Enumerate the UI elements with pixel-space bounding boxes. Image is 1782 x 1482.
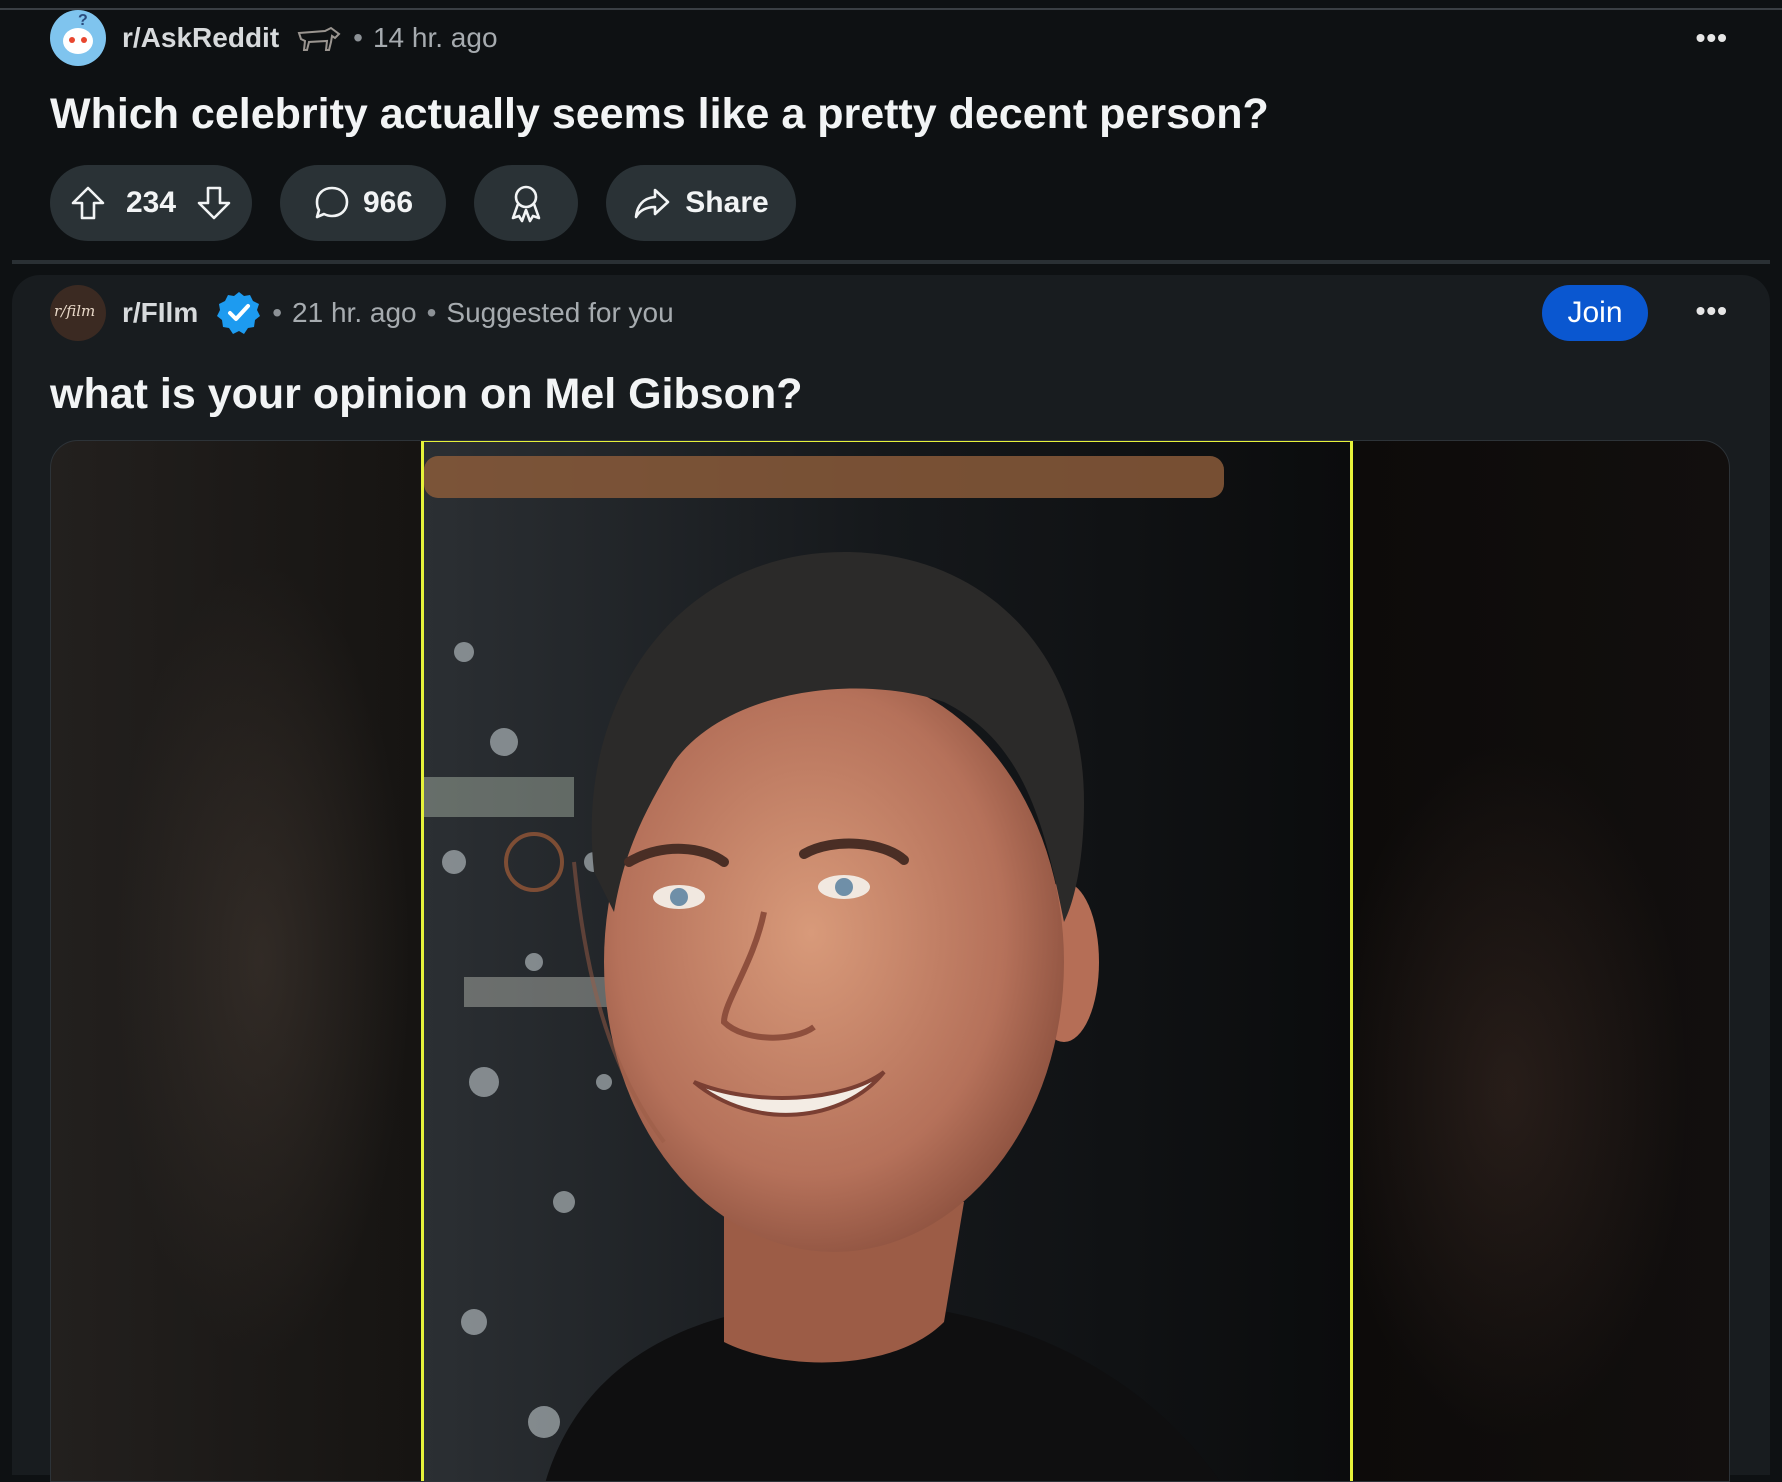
post-title[interactable]: Which celebrity actually seems like a pr… xyxy=(50,90,1269,139)
post-media[interactable] xyxy=(50,440,1730,1482)
post-time: 14 hr. ago xyxy=(372,22,498,53)
join-button[interactable]: Join xyxy=(1542,285,1648,341)
post-meta: ? r/AskReddit • 14 hr. ago xyxy=(50,10,498,66)
comment-icon xyxy=(313,184,351,222)
subreddit-name[interactable]: r/AskReddit xyxy=(122,22,279,54)
post-actions: 234 966 Share xyxy=(50,165,796,241)
post-meta: r/film r/FIlm • 21 hr. ago • Suggested f… xyxy=(50,285,674,341)
horse-flair-icon xyxy=(295,24,343,52)
comment-count: 966 xyxy=(362,186,414,219)
share-button[interactable]: Share xyxy=(606,165,796,241)
post-image[interactable] xyxy=(421,441,1353,1481)
blurred-background xyxy=(111,561,411,1361)
meta-separator: • xyxy=(426,297,437,328)
share-icon xyxy=(633,186,671,220)
award-icon xyxy=(507,183,545,223)
subreddit-name[interactable]: r/FIlm xyxy=(122,297,198,329)
more-options-button[interactable]: ••• xyxy=(1696,22,1728,54)
subreddit-avatar[interactable]: ? xyxy=(50,10,106,66)
suggested-label: Suggested for you xyxy=(446,297,674,328)
blurred-background xyxy=(1329,741,1689,1441)
post-film[interactable]: r/film r/FIlm • 21 hr. ago • Suggested f… xyxy=(12,275,1770,1482)
post-time: 21 hr. ago xyxy=(292,297,417,328)
share-label: Share xyxy=(685,186,769,219)
post-title[interactable]: what is your opinion on Mel Gibson? xyxy=(50,370,802,419)
upvote-icon[interactable] xyxy=(70,185,106,221)
more-options-button[interactable]: ••• xyxy=(1696,295,1728,327)
vote-count: 234 xyxy=(125,186,177,219)
award-button[interactable] xyxy=(474,165,578,241)
avatar-text: r/film xyxy=(54,302,96,320)
subreddit-avatar[interactable]: r/film xyxy=(50,285,106,341)
portrait-image xyxy=(424,442,1350,1481)
comments-button[interactable]: 966 xyxy=(280,165,446,241)
meta-separator: • xyxy=(272,297,283,328)
meta-separator: • xyxy=(353,22,363,53)
vote-control: 234 xyxy=(50,165,252,241)
feed-divider xyxy=(12,260,1770,264)
downvote-icon[interactable] xyxy=(196,185,232,221)
post-askreddit[interactable]: ? r/AskReddit • 14 hr. ago ••• Which cel… xyxy=(0,10,1782,265)
verified-badge-icon xyxy=(216,290,262,336)
